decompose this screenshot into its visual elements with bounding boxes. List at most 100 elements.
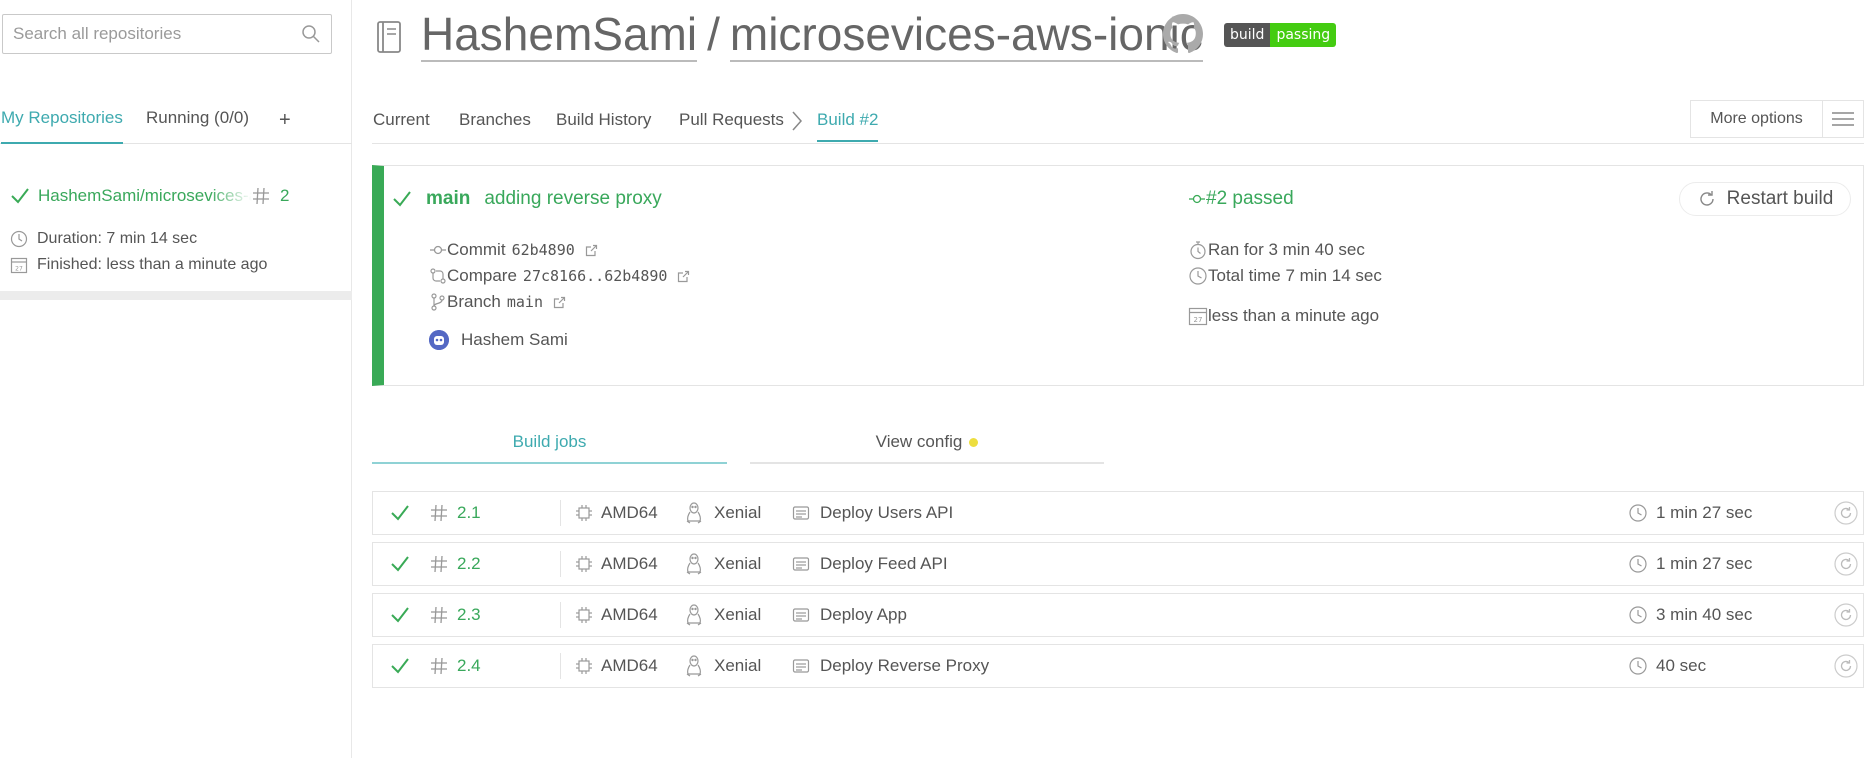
hash-icon (430, 594, 448, 636)
repo-search[interactable] (2, 14, 332, 54)
tab-build[interactable]: Build #2 (817, 110, 879, 142)
build-jobs-label[interactable]: Build jobs (513, 432, 587, 451)
tab-pull-requests[interactable]: Pull Requests (679, 110, 784, 130)
total-time-row: Total time 7 min 14 sec (1188, 266, 1382, 286)
branch-icon (429, 293, 447, 311)
clock-icon (10, 230, 37, 248)
more-options-label[interactable]: More options (1691, 101, 1823, 137)
job-dist: Xenial (714, 656, 762, 675)
build-status-text: #2 passed (1206, 188, 1294, 209)
divider (560, 551, 561, 577)
commit-sha-link[interactable]: 62b4890 (512, 241, 575, 259)
job-dist: Xenial (714, 503, 762, 522)
restart-job-icon[interactable] (1834, 594, 1858, 636)
add-tab-button[interactable]: + (279, 109, 291, 132)
external-link-icon[interactable] (677, 270, 690, 283)
restart-job-icon[interactable] (1834, 645, 1858, 687)
job-duration: 1 min 27 sec (1656, 554, 1753, 573)
author-row: Hashem Sami (429, 330, 568, 350)
job-number[interactable]: 2.2 (457, 543, 481, 585)
tab-running[interactable]: Running (0/0) (146, 108, 249, 128)
job-env-icon (792, 543, 810, 585)
build-jobs-list: 2.1 AMD64 Xenial Deploy Users API 1 min … (372, 491, 1864, 695)
compare-label: Compare (447, 266, 517, 285)
search-input[interactable] (3, 15, 283, 53)
finished-text: less than a minute ago (1208, 306, 1380, 325)
restart-build-button[interactable]: Restart build (1679, 182, 1851, 216)
job-row[interactable]: 2.4 AMD64 Xenial Deploy Reverse Proxy 40… (372, 644, 1864, 688)
hash-icon (430, 492, 448, 534)
linux-icon (685, 594, 703, 636)
passed-check-icon (390, 543, 410, 585)
commit-row: Commit 62b4890 (429, 240, 598, 260)
sidebar-duration-text: Duration: 7 min 14 sec (37, 230, 198, 247)
restart-job-icon[interactable] (1834, 492, 1858, 534)
author-name: Hashem Sami (461, 330, 568, 349)
job-env-icon (792, 594, 810, 636)
sidebar-duration: Duration: 7 min 14 sec (10, 230, 197, 248)
passed-check-icon (390, 594, 410, 636)
job-dist: Xenial (714, 554, 762, 573)
passed-check-icon (390, 645, 410, 687)
job-number[interactable]: 2.3 (457, 594, 481, 636)
badge-label: build (1224, 23, 1271, 47)
linux-icon (685, 645, 703, 687)
sidebar-repo-card[interactable]: HashemSami/microsevices-aws-ionic 2 Dura… (0, 172, 352, 300)
config-status-dot (969, 438, 979, 448)
tab-view-config[interactable]: View config (750, 420, 1104, 464)
external-link-icon[interactable] (553, 296, 566, 309)
job-name: Deploy App (820, 605, 907, 624)
branch-name-link[interactable]: main (507, 293, 543, 311)
calendar-icon: 27 (10, 256, 37, 274)
clock-icon (1628, 594, 1648, 636)
build-status-badge[interactable]: build passing (1224, 23, 1337, 47)
repo-name-link[interactable]: microsevices-aws-ionic (729, 8, 1203, 62)
build-branch[interactable]: main (426, 188, 470, 210)
passed-check-icon (390, 492, 410, 534)
cpu-icon (575, 543, 593, 585)
compare-icon (429, 267, 447, 285)
sidebar-finished-text: Finished: less than a minute ago (37, 256, 268, 273)
more-options-button[interactable]: More options (1690, 100, 1864, 138)
commit-icon (1188, 192, 1206, 206)
job-row[interactable]: 2.3 AMD64 Xenial Deploy App 3 min 40 sec (372, 593, 1864, 637)
job-row[interactable]: 2.1 AMD64 Xenial Deploy Users API 1 min … (372, 491, 1864, 535)
job-number[interactable]: 2.4 (457, 645, 481, 687)
cpu-icon (575, 492, 593, 534)
hamburger-icon[interactable] (1823, 101, 1863, 137)
job-row[interactable]: 2.2 AMD64 Xenial Deploy Feed API 1 min 2… (372, 542, 1864, 586)
cpu-icon (575, 645, 593, 687)
branch-row: Branch main (429, 292, 566, 312)
restart-build-label[interactable]: Restart build (1727, 188, 1834, 210)
github-icon[interactable] (1163, 14, 1203, 54)
build-summary: main adding reverse proxy Commit 62b4890… (372, 165, 1864, 386)
sidebar-repo-name[interactable]: HashemSami/microsevices-aws-ionic (38, 186, 252, 206)
tab-current[interactable]: Current (373, 110, 430, 130)
job-name: Deploy Reverse Proxy (820, 656, 990, 675)
view-config-label[interactable]: View config (876, 432, 963, 451)
total-time-text: Total time 7 min 14 sec (1208, 266, 1382, 285)
clock-icon (1628, 543, 1648, 585)
sidebar-build-number[interactable]: 2 (280, 186, 289, 206)
job-dist: Xenial (714, 605, 762, 624)
divider (560, 653, 561, 679)
passed-check-icon (392, 189, 412, 209)
tab-my-repositories[interactable]: My Repositories (1, 108, 123, 144)
hash-icon (430, 543, 448, 585)
job-arch: AMD64 (601, 656, 658, 675)
repo-owner-link[interactable]: HashemSami (421, 8, 698, 62)
commit-message: adding reverse proxy (484, 188, 662, 209)
build-status: #2 passed (1188, 188, 1294, 210)
restart-job-icon[interactable] (1834, 543, 1858, 585)
job-arch: AMD64 (601, 554, 658, 573)
avatar (429, 330, 449, 350)
sidebar-tabs: My Repositories Running (0/0) + (0, 100, 352, 144)
tab-branches[interactable]: Branches (459, 110, 531, 130)
compare-range-link[interactable]: 27c8166..62b4890 (523, 267, 668, 285)
job-number[interactable]: 2.1 (457, 492, 481, 534)
tab-build-history[interactable]: Build History (556, 110, 651, 130)
tab-build-jobs[interactable]: Build jobs (372, 420, 727, 464)
external-link-icon[interactable] (585, 244, 598, 257)
search-icon[interactable] (301, 24, 321, 44)
title-separator: / (707, 8, 720, 60)
